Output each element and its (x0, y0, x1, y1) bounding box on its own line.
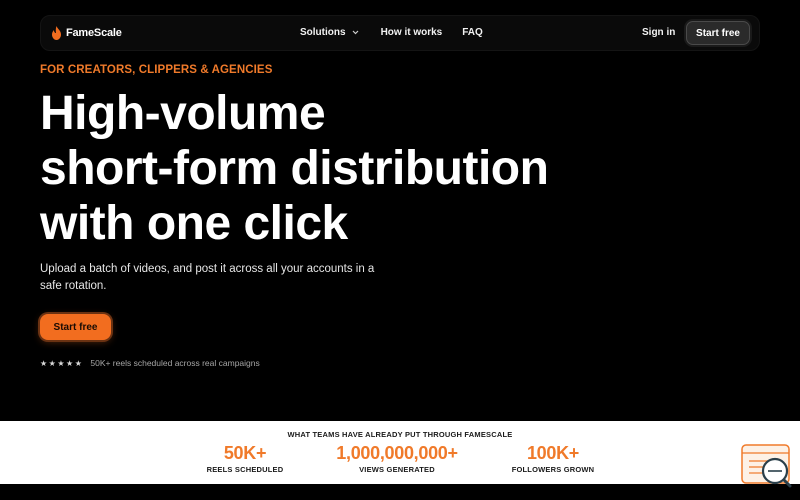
stat-value: 50K+ (223, 443, 267, 463)
nav-solutions-label: Solutions (300, 27, 346, 38)
stat-views: 1,000,000,000+ VIEWS GENERATED (322, 442, 472, 474)
social-proof: ★★★★★ 50K+ reels scheduled across real c… (40, 358, 260, 368)
headline-line-3: with one click (40, 197, 348, 250)
stat-followers: 100K+ FOLLOWERS GROWN (508, 442, 598, 474)
stats-title: WHAT TEAMS HAVE ALREADY PUT THROUGH FAME… (287, 430, 513, 439)
stat-value: 100K+ (526, 443, 580, 463)
nav-links: Solutions How it works FAQ (300, 27, 483, 38)
stat-reels: 50K+ REELS SCHEDULED (200, 442, 290, 474)
stat-label: FOLLOWERS GROWN (511, 465, 595, 474)
headline-line-1: High-volume (40, 87, 326, 140)
nav-faq[interactable]: FAQ (462, 27, 483, 38)
nav-start-free-button[interactable]: Start free (686, 21, 750, 45)
stat-value: 1,000,000,000+ (336, 443, 458, 463)
top-navbar: FameScale Solutions How it works FAQ Sig… (40, 15, 760, 51)
brand-logo[interactable]: FameScale (51, 26, 122, 40)
headline-line-2: short-form distribution (40, 142, 549, 195)
flame-logo-icon (52, 26, 61, 40)
stat-label: REELS SCHEDULED (206, 465, 284, 474)
social-proof-text: 50K+ reels scheduled across real campaig… (90, 358, 260, 368)
nav-how-it-works[interactable]: How it works (381, 27, 443, 38)
hero-start-free-button[interactable]: Start free (40, 314, 111, 340)
stats-band: WHAT TEAMS HAVE ALREADY PUT THROUGH FAME… (0, 421, 800, 484)
rating-stars-icon: ★★★★★ (40, 358, 84, 368)
signin-link[interactable]: Sign in (642, 27, 675, 38)
hero-headline: High-volume short-form distribution with… (40, 86, 640, 251)
search-widget-icon[interactable] (741, 444, 793, 488)
stat-label: VIEWS GENERATED (359, 465, 435, 474)
chevron-down-icon (352, 30, 358, 35)
brand-name: FameScale (66, 27, 122, 39)
nav-solutions-dropdown[interactable]: Solutions (300, 27, 359, 38)
hero-subtext: Upload a batch of videos, and post it ac… (40, 263, 375, 292)
hero-eyebrow: FOR CREATORS, CLIPPERS & AGENCIES (40, 64, 273, 76)
